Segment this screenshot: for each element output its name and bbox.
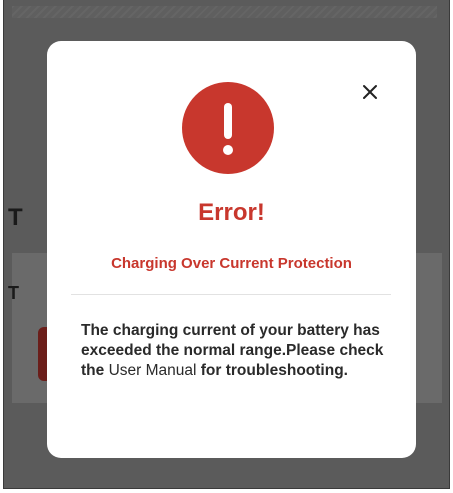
error-dialog: Error! Charging Over Current Protection … bbox=[47, 41, 416, 458]
background-top-bar bbox=[12, 6, 437, 18]
dialog-title: Error! bbox=[198, 199, 265, 226]
background-card-label: T bbox=[8, 283, 19, 303]
app-screen: T T Error! Charging Over Current Protect… bbox=[4, 0, 449, 488]
close-button[interactable] bbox=[359, 81, 381, 103]
dialog-message: The charging current of your battery has… bbox=[81, 321, 401, 381]
divider bbox=[71, 294, 391, 295]
close-icon bbox=[363, 85, 377, 99]
message-suffix: for troubleshooting. bbox=[196, 362, 348, 379]
dialog-subtitle: Charging Over Current Protection bbox=[111, 255, 352, 272]
user-manual-text: User Manual bbox=[108, 362, 197, 379]
error-badge bbox=[182, 82, 274, 174]
background-heading: T bbox=[8, 204, 23, 231]
exclamation-icon bbox=[223, 103, 233, 155]
